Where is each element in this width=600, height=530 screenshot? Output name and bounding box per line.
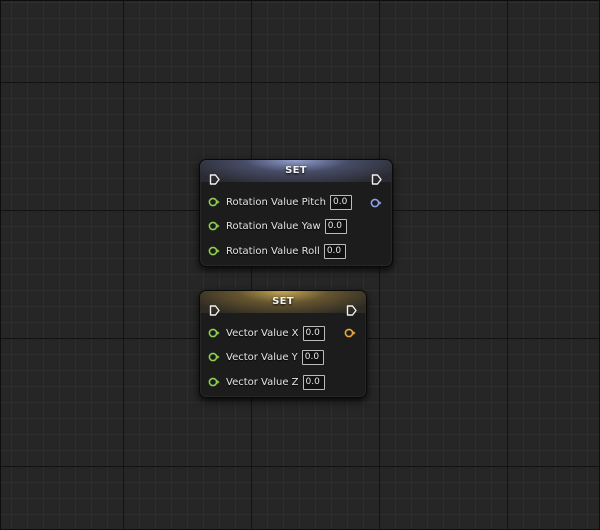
exec-out-pin-icon[interactable]	[346, 305, 357, 316]
pin-label: Vector Value Y	[226, 351, 298, 363]
input-row-roll: Rotation Value Roll 0.0	[208, 243, 346, 259]
value-field[interactable]: 0.0	[301, 349, 324, 365]
pin-label: Rotation Value Pitch	[226, 196, 326, 208]
input-row-x: Vector Value X 0.0	[208, 325, 325, 341]
float-input-pin-icon[interactable]	[208, 377, 220, 387]
input-row-y: Vector Value Y 0.0	[208, 349, 324, 365]
node-title: SET	[200, 160, 392, 182]
exec-out-pin-icon[interactable]	[371, 174, 382, 185]
float-input-pin-icon[interactable]	[208, 328, 220, 338]
float-input-pin-icon[interactable]	[208, 246, 220, 256]
node-title: SET	[200, 291, 366, 313]
input-row-pitch: Rotation Value Pitch 0.0	[208, 194, 352, 210]
float-input-pin-icon[interactable]	[208, 197, 220, 207]
set-rotation-node[interactable]: SET Rotation Value Pitch 0.0 Rotation Va…	[199, 159, 393, 267]
rotator-output-pin-icon[interactable]	[370, 198, 382, 208]
value-field[interactable]: 0.0	[302, 374, 325, 390]
pin-label: Vector Value Z	[226, 376, 299, 388]
vector-output-pin-icon[interactable]	[344, 328, 356, 338]
value-field[interactable]: 0.0	[324, 218, 347, 234]
input-row-z: Vector Value Z 0.0	[208, 374, 325, 390]
set-vector-node[interactable]: SET Vector Value X 0.0 Vector Value Y 0.…	[199, 290, 367, 398]
graph-canvas[interactable]: SET Rotation Value Pitch 0.0 Rotation Va…	[0, 0, 600, 530]
float-input-pin-icon[interactable]	[208, 352, 220, 362]
input-row-yaw: Rotation Value Yaw 0.0	[208, 218, 347, 234]
value-field[interactable]: 0.0	[302, 325, 325, 341]
value-field[interactable]: 0.0	[323, 243, 346, 259]
exec-in-pin-icon[interactable]	[209, 305, 220, 316]
pin-label: Vector Value X	[226, 327, 299, 339]
exec-in-pin-icon[interactable]	[209, 174, 220, 185]
pin-label: Rotation Value Roll	[226, 245, 320, 257]
value-field[interactable]: 0.0	[330, 194, 352, 210]
float-input-pin-icon[interactable]	[208, 221, 220, 231]
pin-label: Rotation Value Yaw	[226, 220, 321, 232]
